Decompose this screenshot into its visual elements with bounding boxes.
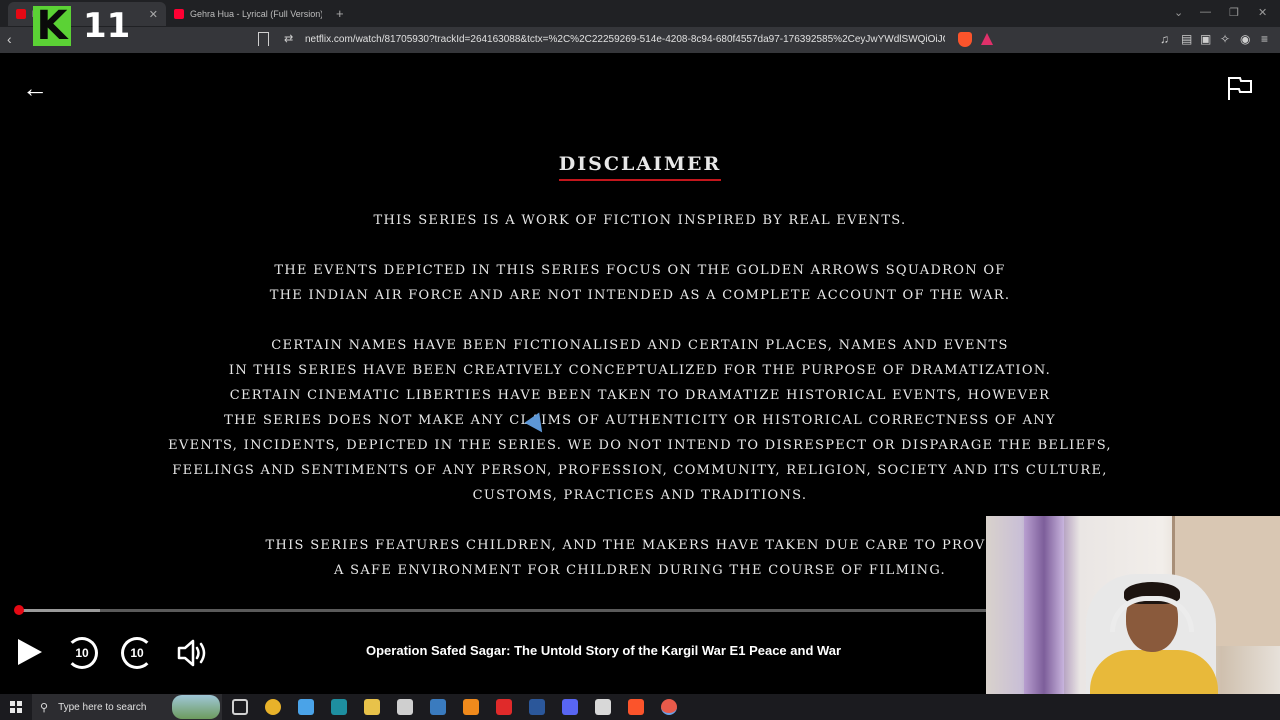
logo-letter: K xyxy=(33,6,71,46)
windows-start-icon[interactable] xyxy=(10,701,22,713)
chrome-active-icon[interactable] xyxy=(661,699,677,715)
disclaimer-title: DISCLAIMER xyxy=(558,153,722,181)
minimize-icon[interactable]: — xyxy=(1200,6,1211,18)
disclaimer-line: CERTAIN CINEMATIC LIBERTIES HAVE BEEN TA… xyxy=(229,388,1051,403)
address-bar: ‹ ⇄ netflix.com/watch/81705930?trackId=2… xyxy=(0,27,1280,53)
skip-back-label: 10 xyxy=(75,646,89,660)
webcam-feed xyxy=(986,516,1280,720)
search-icon: ⚲ xyxy=(40,701,49,714)
skip-back-button[interactable]: 10 xyxy=(66,637,98,669)
media-icon[interactable]: ♫ xyxy=(1160,32,1169,46)
bookmark-icon[interactable] xyxy=(258,32,269,46)
copilot-icon[interactable] xyxy=(298,699,314,715)
word-icon[interactable] xyxy=(529,699,545,715)
tab-search-icon[interactable]: ⌄ xyxy=(1174,6,1183,19)
discord-icon[interactable] xyxy=(562,699,578,715)
brave-icon[interactable] xyxy=(628,699,644,715)
disclaimer-line: CERTAIN NAMES HAVE BEEN FICTIONALISED AN… xyxy=(271,338,1009,353)
tab-youtube[interactable]: Gehra Hua - Lyrical (Full Version) | Dh xyxy=(166,2,330,26)
terminal-icon[interactable] xyxy=(331,699,347,715)
volume-icon[interactable] xyxy=(176,637,210,669)
url-field[interactable]: netflix.com/watch/81705930?trackId=26416… xyxy=(305,34,945,45)
chrome-icon[interactable] xyxy=(265,699,281,715)
disclaimer-line: FEELINGS AND SENTIMENTS OF ANY PERSON, P… xyxy=(172,463,1108,478)
obs-icon[interactable] xyxy=(595,699,611,715)
skip-forward-button[interactable]: 10 xyxy=(121,637,153,669)
scrubber-handle[interactable] xyxy=(13,605,24,615)
report-flag-icon[interactable] xyxy=(1226,75,1254,101)
task-view-icon[interactable] xyxy=(232,699,248,715)
search-placeholder: Type here to search xyxy=(58,701,147,713)
disclaimer-paragraph: THE EVENTS DEPICTED IN THIS SERIES FOCUS… xyxy=(0,258,1280,308)
opera-icon[interactable] xyxy=(496,699,512,715)
brave-shields-icon[interactable] xyxy=(958,32,972,47)
tab-label: Gehra Hua - Lyrical (Full Version) | Dh xyxy=(190,9,322,19)
file-explorer-icon[interactable] xyxy=(364,699,380,715)
disclaimer-line: THE INDIAN AIR FORCE AND ARE NOT INTENDE… xyxy=(269,288,1011,303)
disclaimer-line: THIS SERIES IS A WORK OF FICTION INSPIRE… xyxy=(373,213,907,228)
brave-rewards-icon[interactable] xyxy=(981,33,993,45)
disclaimer-line: CUSTOMS, PRACTICES AND TRADITIONS. xyxy=(472,488,808,503)
buffer-bar xyxy=(16,609,100,612)
screen: Ne ✕ Gehra Hua - Lyrical (Full Version) … xyxy=(0,0,1280,720)
play-button[interactable] xyxy=(18,639,42,665)
disclaimer-line: THE SERIES DOES NOT MAKE ANY CLAIMS OF A… xyxy=(224,413,1056,428)
skip-forward-label: 10 xyxy=(130,646,144,660)
wallet-icon[interactable]: ▣ xyxy=(1200,32,1211,46)
browser-tab-bar: Ne ✕ Gehra Hua - Lyrical (Full Version) … xyxy=(0,0,1280,27)
logo-number: 11 xyxy=(83,6,131,46)
disclaimer-paragraph: THIS SERIES IS A WORK OF FICTION INSPIRE… xyxy=(0,208,1280,233)
steam-icon[interactable] xyxy=(430,699,446,715)
windows-taskbar: ⚲ Type here to search xyxy=(0,694,1280,720)
site-info-icon[interactable]: ⇄ xyxy=(284,32,293,45)
channel-logo: K 11 xyxy=(33,6,130,46)
close-window-icon[interactable]: ✕ xyxy=(1258,6,1267,19)
episode-title: Operation Safed Sagar: The Untold Story … xyxy=(366,643,842,658)
leo-ai-icon[interactable]: ✧ xyxy=(1220,32,1230,46)
disclaimer-paragraph: CERTAIN NAMES HAVE BEEN FICTIONALISED AN… xyxy=(0,333,1280,508)
browser-back-icon[interactable]: ‹ xyxy=(7,31,12,47)
search-highlight-image[interactable] xyxy=(172,695,220,719)
netflix-favicon-icon xyxy=(16,9,26,19)
close-tab-icon[interactable]: ✕ xyxy=(149,8,158,21)
github-desktop-icon[interactable] xyxy=(397,699,413,715)
new-tab-icon[interactable]: + xyxy=(336,6,344,21)
youtube-favicon-icon xyxy=(174,9,184,19)
disclaimer-line: THE EVENTS DEPICTED IN THIS SERIES FOCUS… xyxy=(274,263,1006,278)
vpn-icon[interactable]: ◉ xyxy=(1240,32,1250,46)
sidebar-icon[interactable]: ▤ xyxy=(1181,32,1192,46)
vlc-icon[interactable] xyxy=(463,699,479,715)
restore-icon[interactable]: ❐ xyxy=(1229,6,1239,19)
disclaimer-line: IN THIS SERIES HAVE BEEN CREATIVELY CONC… xyxy=(228,363,1052,378)
back-arrow-icon[interactable]: ← xyxy=(22,75,48,101)
menu-icon[interactable]: ≡ xyxy=(1261,32,1268,46)
disclaimer-line: EVENTS, INCIDENTS, DEPICTED IN THE SERIE… xyxy=(168,438,1112,453)
